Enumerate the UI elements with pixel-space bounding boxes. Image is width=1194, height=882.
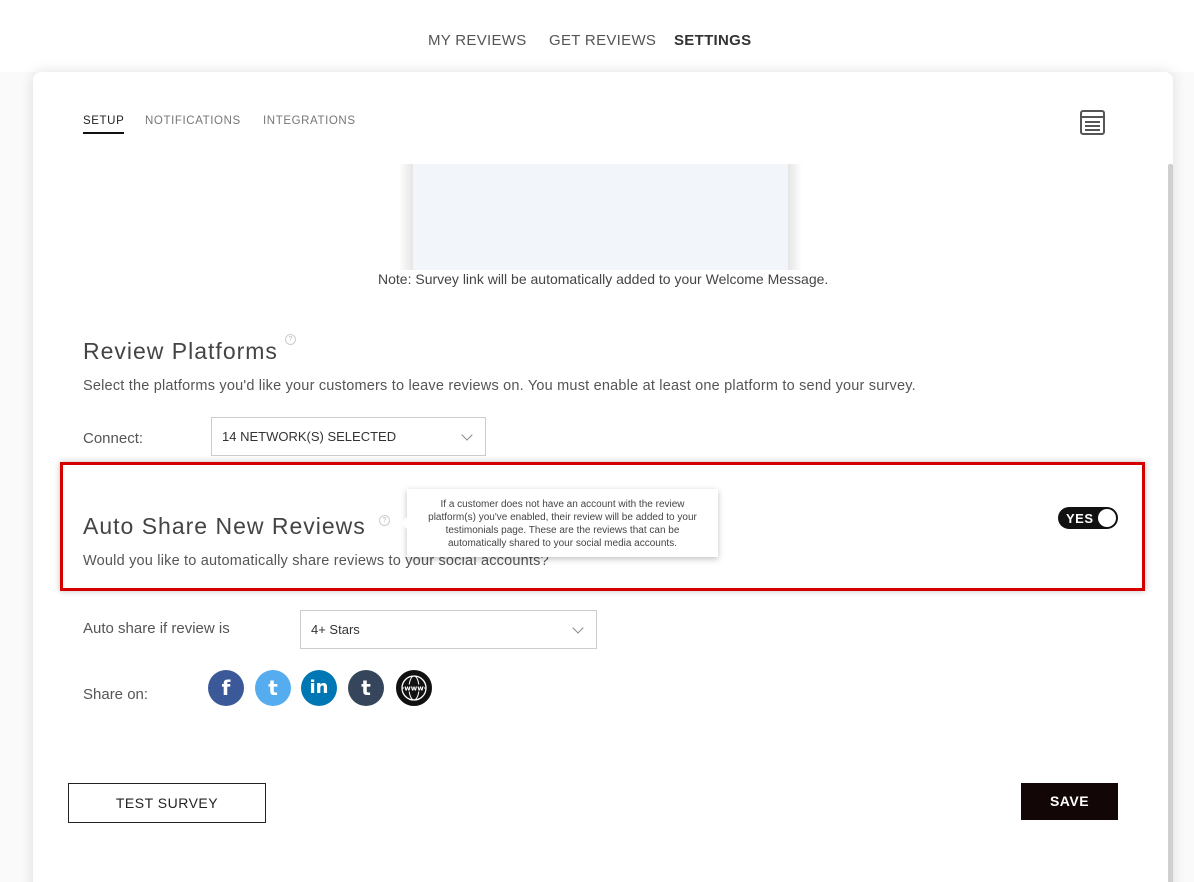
auto-share-tooltip: If a customer does not have an account w… (401, 489, 718, 557)
auto-share-title: Auto Share New Reviews (83, 513, 366, 539)
tab-integrations[interactable]: INTEGRATIONS (263, 115, 356, 127)
twitter-icon[interactable]: t (255, 670, 291, 706)
settings-card: SETUP NOTIFICATIONS INTEGRATIONS Note: S… (33, 72, 1173, 882)
top-navigation: MY REVIEWS GET REVIEWS SETTINGS (0, 0, 1194, 72)
svg-text:www: www (404, 685, 424, 693)
chevron-down-icon (461, 429, 473, 441)
networks-select[interactable]: 14 NETWORK(S) SELECTED (211, 417, 486, 456)
review-platforms-title: Review Platforms (83, 338, 278, 364)
tumblr-icon[interactable]: t (348, 670, 384, 706)
nav-my-reviews[interactable]: MY REVIEWS (428, 32, 527, 49)
help-icon[interactable]: ? (285, 334, 296, 345)
survey-preview-screen (413, 164, 788, 270)
toggle-knob (1098, 509, 1116, 527)
chevron-down-icon (572, 622, 584, 634)
nav-settings[interactable]: SETTINGS (674, 32, 751, 49)
star-rating-select[interactable]: 4+ Stars (300, 610, 597, 649)
tab-notifications[interactable]: NOTIFICATIONS (145, 115, 241, 127)
page: MY REVIEWS GET REVIEWS SETTINGS SETUP NO… (0, 0, 1194, 882)
survey-preview-device (393, 164, 838, 272)
facebook-icon[interactable]: f (208, 670, 244, 706)
auto-share-condition-label: Auto share if review is (83, 620, 230, 637)
toggle-label: YES (1066, 511, 1094, 526)
review-platforms-description: Select the platforms you'd like your cus… (83, 378, 916, 394)
save-button[interactable]: SAVE (1021, 783, 1118, 820)
star-rating-select-value: 4+ Stars (311, 622, 360, 637)
nav-get-reviews[interactable]: GET REVIEWS (549, 32, 656, 49)
connect-label: Connect: (83, 430, 144, 447)
share-on-label: Share on: (83, 686, 149, 703)
test-survey-button[interactable]: TEST SURVEY (68, 783, 266, 823)
auto-share-toggle[interactable]: YES (1058, 507, 1118, 529)
tab-setup[interactable]: SETUP (83, 115, 125, 134)
networks-select-value: 14 NETWORK(S) SELECTED (222, 429, 397, 444)
help-icon[interactable]: ? (379, 515, 390, 526)
website-icon[interactable]: www (396, 670, 432, 706)
survey-link-note: Note: Survey link will be automatically … (378, 271, 829, 287)
scrollbar[interactable] (1168, 164, 1173, 882)
linkedin-icon[interactable]: in (301, 670, 337, 706)
preview-window-icon[interactable] (1080, 110, 1105, 135)
